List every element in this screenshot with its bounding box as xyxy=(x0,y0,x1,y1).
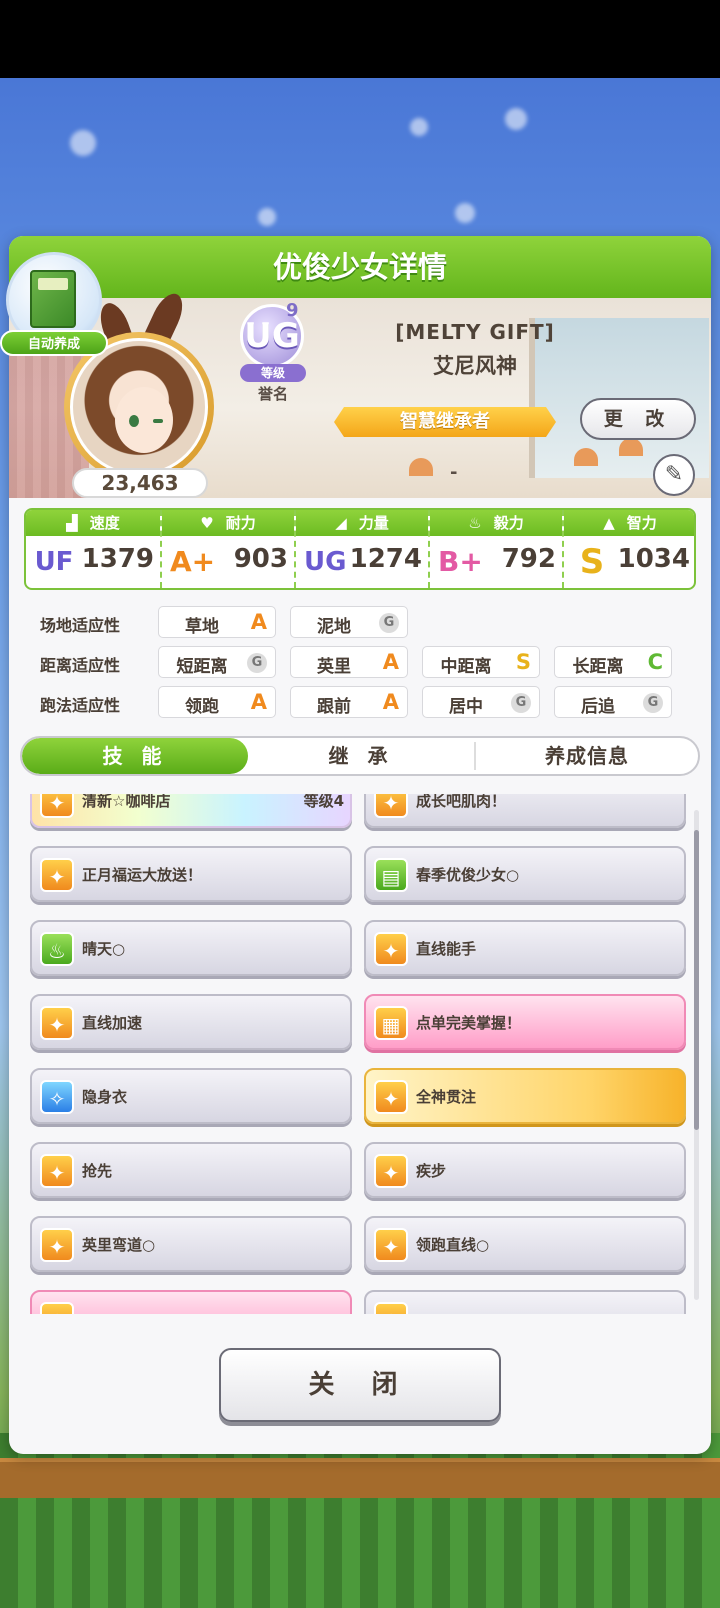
auto-train-label: 自动养成 xyxy=(0,330,108,356)
skill-card[interactable]: ✦ 疾步 xyxy=(364,1142,686,1198)
skill-card[interactable]: ✦ xyxy=(30,1290,352,1314)
change-button[interactable]: 更 改 xyxy=(580,398,696,440)
skill-icon: ✦ xyxy=(40,1154,74,1188)
stats-panel: ▟ 速度 UF 1379 ♥ 耐力 A+ 903 ◢ 力量 UG 1274 ♨ 毅力 B… xyxy=(24,508,696,590)
stat-value: 1379 xyxy=(81,544,154,574)
costume-title: [MELTY GIFT] xyxy=(395,320,555,344)
skill-card[interactable]: ♨ 晴天○ xyxy=(30,920,352,976)
book-icon xyxy=(30,270,76,328)
apt-label: 距离适应性 xyxy=(40,656,121,675)
skill-icon: ♨ xyxy=(40,932,74,966)
apt-cell: 跟前 A xyxy=(290,686,408,718)
skill-card[interactable]: ▦ 点单完美掌握！ xyxy=(364,994,686,1050)
apt-cell: 草地 A xyxy=(158,606,276,638)
skill-card[interactable]: ✦ 正月福运大放送！ xyxy=(30,846,352,902)
rank-number: 9 xyxy=(286,300,299,321)
grade-icon: A+ xyxy=(170,545,216,578)
stat-power: ◢ 力量 UG 1274 xyxy=(294,510,428,588)
apt-cell: 中距离 S xyxy=(422,646,540,678)
sparkle xyxy=(70,130,96,156)
sparkle xyxy=(505,108,527,130)
graduation-cap-icon: ▲ xyxy=(603,514,615,532)
stat-guts: ♨ 毅力 B+ 792 xyxy=(428,510,562,588)
apt-cell: 泥地 G xyxy=(290,606,408,638)
skill-icon: ✦ xyxy=(40,1006,74,1040)
skill-icon: ▤ xyxy=(374,858,408,892)
skill-card[interactable]: ✦ 成长吧肌肉！ xyxy=(364,794,686,828)
skill-icon: ✦ xyxy=(40,794,74,818)
sparkle xyxy=(455,203,475,223)
fan-count: 23,463 xyxy=(72,468,208,498)
panel-title: 优俊少女详情 xyxy=(9,236,711,298)
skill-card[interactable]: ✦ xyxy=(364,1290,686,1314)
skill-card[interactable]: ✦ 抢先 xyxy=(30,1142,352,1198)
detail-tabs: 技 能 继 承 养成信息 xyxy=(20,736,700,776)
apt-cell: 居中 G xyxy=(422,686,540,718)
stat-wisdom: ▲ 智力 S 1034 xyxy=(562,510,694,588)
stat-value: 1274 xyxy=(349,544,422,574)
skill-card[interactable]: ✦ 英里弯道○ xyxy=(30,1216,352,1272)
skill-card[interactable]: ✦ 直线能手 xyxy=(364,920,686,976)
status-bar xyxy=(0,0,720,78)
rank-title: 誉名 xyxy=(257,385,288,403)
heart-icon: ♥ xyxy=(200,514,214,532)
skill-card[interactable]: ✦ 全神贯注 xyxy=(364,1068,686,1124)
apt-cell: 领跑 A xyxy=(158,686,276,718)
pencil-icon[interactable]: ✎ xyxy=(653,454,695,496)
apt-label: 场地适应性 xyxy=(40,616,121,635)
apt-label: 跑法适应性 xyxy=(40,696,121,715)
apt-cell: 英里 A xyxy=(290,646,408,678)
tab-training-info[interactable]: 养成信息 xyxy=(476,738,698,774)
sparkle xyxy=(258,208,276,226)
grade-icon: B+ xyxy=(438,545,483,578)
apt-cell: 短距离 G xyxy=(158,646,276,678)
flame-icon: ♨ xyxy=(468,514,482,532)
apt-cell: 长距离 C xyxy=(554,646,672,678)
skill-icon: ✦ xyxy=(40,1302,74,1314)
skill-icon: ✦ xyxy=(40,858,74,892)
skill-icon: ✦ xyxy=(40,1228,74,1262)
shoe-icon: ▟ xyxy=(66,514,78,532)
apt-cell: 后追 G xyxy=(554,686,672,718)
muscle-icon: ◢ xyxy=(335,514,347,532)
skill-icon: ✦ xyxy=(374,1154,408,1188)
grade-icon: UF xyxy=(34,547,74,577)
tab-inheritance[interactable]: 继 承 xyxy=(248,738,474,774)
skill-icon: ▦ xyxy=(374,1006,408,1040)
skill-card[interactable]: ▤ 春季优俊少女○ xyxy=(364,846,686,902)
stat-value: 792 xyxy=(501,544,556,574)
skill-card[interactable]: ✧ 隐身衣 xyxy=(30,1068,352,1124)
sparkle xyxy=(410,118,428,136)
skill-icon: ✦ xyxy=(374,1302,408,1314)
skill-icon: ✦ xyxy=(374,1080,408,1114)
epithet-placeholder: - xyxy=(450,462,458,483)
skill-icon: ✦ xyxy=(374,932,408,966)
epithet-banner: 智慧继承者 xyxy=(334,407,556,437)
close-button[interactable]: 关 闭 xyxy=(219,1348,501,1422)
rank-tag: 等级 xyxy=(240,364,306,382)
skill-icon: ✦ xyxy=(374,1228,408,1262)
stat-value: 903 xyxy=(233,544,288,574)
character-name: 艾尼风神 xyxy=(433,354,517,378)
skill-card[interactable]: ✦ 清新☆咖啡店 等级4 xyxy=(30,794,352,828)
scrollbar-thumb[interactable] xyxy=(694,830,699,1130)
skill-card[interactable]: ✦ 领跑直线○ xyxy=(364,1216,686,1272)
skill-icon: ✦ xyxy=(374,794,408,818)
grade-icon: S xyxy=(579,542,605,582)
tab-skills[interactable]: 技 能 xyxy=(22,738,248,774)
grade-icon: UG xyxy=(304,547,347,577)
auto-train-badge[interactable]: 自动养成 xyxy=(0,252,108,364)
skill-list: ✦ 清新☆咖啡店 等级4 ✦ 成长吧肌肉！ ✦ 正月福运大放送！ ▤ 春季优俊少… xyxy=(20,794,700,1314)
skill-card[interactable]: ✦ 直线加速 xyxy=(30,994,352,1050)
stat-speed: ▟ 速度 UF 1379 xyxy=(26,510,160,588)
stat-value: 1034 xyxy=(617,544,690,574)
stat-stamina: ♥ 耐力 A+ 903 xyxy=(160,510,294,588)
skill-icon: ✧ xyxy=(40,1080,74,1114)
fence xyxy=(0,1458,720,1498)
